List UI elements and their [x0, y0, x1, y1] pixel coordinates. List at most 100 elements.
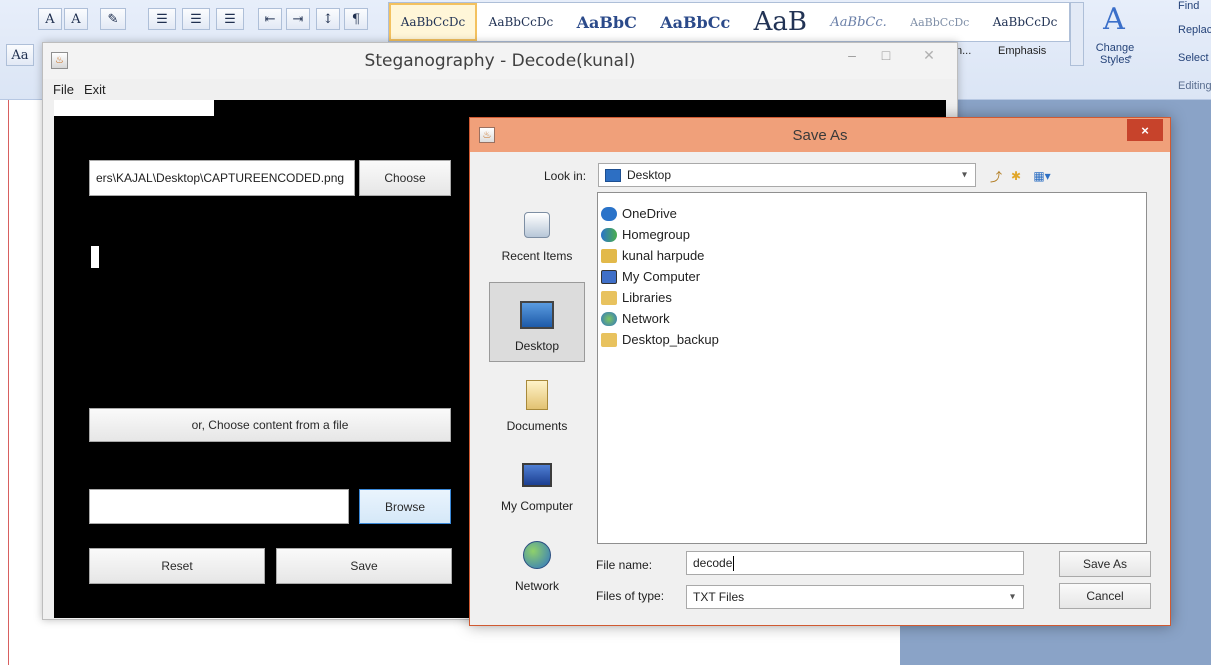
- file-name-label: File name:: [596, 558, 653, 572]
- view-menu-icon[interactable]: ▦▾: [1029, 167, 1055, 185]
- list-item[interactable]: Libraries: [601, 287, 1146, 308]
- document-margin-line: [8, 100, 9, 665]
- computer-icon: [601, 269, 617, 284]
- file-path-field[interactable]: [89, 489, 349, 524]
- chevron-down-icon: ▾: [1009, 591, 1015, 603]
- place-label: Network: [514, 579, 559, 593]
- file-name: Homegroup: [622, 227, 690, 242]
- new-folder-icon[interactable]: ✱: [1007, 167, 1025, 185]
- onedrive-icon: [601, 206, 617, 221]
- desktop-folder-icon: [605, 168, 621, 182]
- file-list[interactable]: OneDrive Homegroup kunal harpude My Comp…: [597, 192, 1147, 544]
- style-name-label: Emphasis: [998, 45, 1047, 57]
- sort-button[interactable]: ↕: [316, 8, 340, 30]
- grow-font-button[interactable]: A: [38, 8, 62, 30]
- steg-text-strip: [54, 100, 214, 116]
- reset-button[interactable]: Reset: [89, 548, 265, 584]
- file-name: Network: [622, 311, 670, 326]
- list-item[interactable]: kunal harpude: [601, 245, 1146, 266]
- list-item[interactable]: Network: [601, 308, 1146, 329]
- place-label: Desktop: [514, 339, 560, 353]
- files-of-type-label: Files of type:: [596, 589, 665, 603]
- save-as-title: Save As: [792, 127, 848, 144]
- homegroup-icon: [601, 227, 617, 242]
- file-name: My Computer: [622, 269, 701, 284]
- find-button[interactable]: Find: [1178, 0, 1199, 12]
- maximize-button[interactable]: □: [869, 43, 903, 67]
- text-caret: [733, 555, 735, 571]
- steg-window-title: Steganography - Decode(kunal): [364, 51, 636, 71]
- file-name: Desktop_backup: [622, 332, 719, 347]
- cancel-button[interactable]: Cancel: [1059, 583, 1151, 609]
- style-item[interactable]: AaBbCcDc: [898, 3, 981, 41]
- files-of-type-value: TXT Files: [693, 590, 745, 604]
- recent-items-icon: [520, 209, 554, 241]
- style-item[interactable]: AaBbC: [565, 3, 649, 41]
- save-as-titlebar[interactable]: ♨ Save As ×: [470, 118, 1170, 152]
- place-desktop[interactable]: Desktop: [489, 282, 585, 362]
- menu-file[interactable]: File: [53, 82, 74, 97]
- minimize-button[interactable]: –: [835, 43, 869, 67]
- place-label: Documents: [506, 419, 568, 433]
- font-style-button[interactable]: Aa: [6, 44, 34, 66]
- place-network[interactable]: Network: [489, 522, 585, 602]
- file-name-value: decode: [693, 556, 733, 570]
- desktop-icon: [520, 299, 554, 331]
- numbering-button[interactable]: ☰: [182, 8, 210, 30]
- change-styles-icon: A: [1103, 2, 1125, 37]
- list-item[interactable]: My Computer: [601, 266, 1146, 287]
- replace-button[interactable]: Replace: [1178, 24, 1211, 36]
- style-item[interactable]: AaBbCc: [649, 3, 742, 41]
- increase-indent-button[interactable]: ⇥: [286, 8, 310, 30]
- select-button[interactable]: Select: [1178, 52, 1209, 64]
- steg-titlebar[interactable]: ♨ Steganography - Decode(kunal) – □ ✕: [43, 43, 957, 79]
- decrease-indent-button[interactable]: ⇤: [258, 8, 282, 30]
- save-button[interactable]: Save: [276, 548, 452, 584]
- choose-from-file-button[interactable]: or, Choose content from a file: [89, 408, 451, 442]
- files-of-type-dropdown[interactable]: TXT Files ▾: [686, 585, 1024, 609]
- style-item[interactable]: AaB: [742, 3, 819, 41]
- image-path-field[interactable]: ers\KAJAL\Desktop\CAPTUREENCODED.png: [89, 160, 355, 196]
- up-one-level-icon[interactable]: ⤴: [987, 167, 1005, 185]
- browse-button[interactable]: Browse: [359, 489, 451, 524]
- multilevel-list-button[interactable]: ☰: [216, 8, 244, 30]
- choose-button[interactable]: Choose: [359, 160, 451, 196]
- style-item[interactable]: AaBbCcDc: [389, 3, 477, 41]
- editing-group-label: Editing: [1178, 80, 1211, 92]
- file-name-input[interactable]: decode: [686, 551, 1024, 575]
- close-icon[interactable]: ×: [1127, 119, 1163, 141]
- look-in-label: Look in:: [544, 169, 587, 183]
- pilcrow-button[interactable]: ¶: [344, 8, 368, 30]
- list-item[interactable]: Desktop_backup: [601, 329, 1146, 350]
- styles-gallery[interactable]: AaBbCcDc AaBbCcDc AaBbC AaBbCc AaB AaBbC…: [388, 2, 1070, 42]
- chevron-down-icon: ▾: [961, 169, 967, 181]
- file-name: Libraries: [622, 290, 672, 305]
- list-item[interactable]: Homegroup: [601, 224, 1146, 245]
- style-item[interactable]: AaBbCcDc: [981, 3, 1069, 41]
- libraries-icon: [601, 290, 617, 305]
- place-label: Recent Items: [501, 249, 573, 263]
- close-button[interactable]: ✕: [907, 43, 951, 67]
- style-item[interactable]: AaBbCcDc: [477, 3, 565, 41]
- place-documents[interactable]: Documents: [489, 362, 585, 442]
- file-name: kunal harpude: [622, 248, 705, 263]
- list-item[interactable]: OneDrive: [601, 203, 1146, 224]
- file-name: OneDrive: [622, 206, 677, 221]
- bullets-button[interactable]: ☰: [148, 8, 176, 30]
- menu-exit[interactable]: Exit: [84, 82, 106, 97]
- look-in-dropdown[interactable]: Desktop ▾: [598, 163, 976, 187]
- change-styles-sub: *: [1128, 54, 1132, 65]
- style-item[interactable]: AaBbCc.: [819, 3, 899, 41]
- gallery-scroll[interactable]: [1070, 2, 1084, 66]
- my-computer-icon: [520, 459, 554, 491]
- shrink-font-button[interactable]: A: [64, 8, 88, 30]
- documents-icon: [520, 379, 554, 411]
- steg-menubar: File Exit: [43, 79, 957, 99]
- clear-format-button[interactable]: ✎: [100, 8, 126, 30]
- user-folder-icon: [601, 248, 617, 263]
- place-my-computer[interactable]: My Computer: [489, 442, 585, 522]
- place-recent-items[interactable]: Recent Items: [489, 192, 585, 272]
- save-as-button[interactable]: Save As: [1059, 551, 1151, 577]
- place-label: My Computer: [500, 499, 574, 513]
- folder-icon: [601, 332, 617, 347]
